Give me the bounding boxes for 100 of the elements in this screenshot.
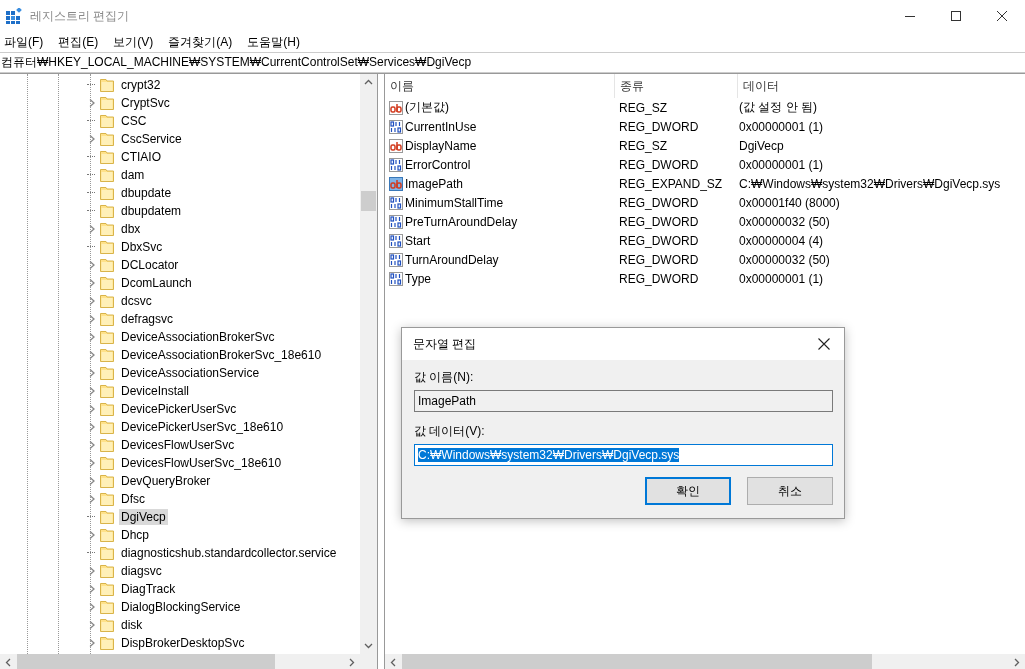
expand-chevron-icon[interactable] [87, 404, 97, 414]
expand-chevron-icon[interactable] [87, 458, 97, 468]
value-name[interactable]: (기본값) [405, 99, 449, 116]
tree-item[interactable]: Dfsc [119, 491, 147, 507]
folder-icon [100, 276, 114, 290]
address-bar[interactable]: 컴퓨터₩HKEY_LOCAL_MACHINE₩SYSTEM₩CurrentControlSet₩Services₩DgiVecp [0, 52, 1025, 73]
value-name[interactable]: MinimumStallTime [405, 195, 504, 210]
expand-chevron-icon[interactable] [87, 332, 97, 342]
tree-item[interactable]: DeviceAssociationService [119, 365, 262, 381]
vertical-scrollbar[interactable] [360, 74, 377, 654]
tree-item[interactable]: disk [119, 617, 145, 633]
tree-item[interactable]: CryptSvc [119, 95, 172, 111]
column-header[interactable]: 종류 [615, 74, 738, 98]
tree-item[interactable]: DispBrokerDesktopSvc [119, 635, 247, 651]
value-name[interactable]: PreTurnAroundDelay [405, 214, 518, 229]
value-name[interactable]: CurrentInUse [405, 119, 477, 134]
tree-item[interactable]: dbupdatem [119, 203, 184, 219]
tree-item[interactable]: CSC [119, 113, 149, 129]
tree-item[interactable]: DevicesFlowUserSvc_18e610 [119, 455, 284, 471]
tree-item[interactable]: dcsvc [119, 293, 154, 309]
expand-chevron-icon[interactable] [87, 422, 97, 432]
tree-item[interactable]: defragsvc [119, 311, 176, 327]
expand-chevron-icon[interactable] [87, 638, 97, 648]
horizontal-scrollbar[interactable] [0, 654, 377, 669]
value-data: 0x00000032 (50) [739, 252, 831, 267]
value-name[interactable]: ErrorControl [405, 157, 471, 172]
scroll-thumb[interactable] [17, 654, 275, 669]
expand-chevron-icon[interactable] [87, 476, 97, 486]
expand-chevron-icon[interactable] [87, 314, 97, 324]
value-name[interactable]: Type [405, 271, 431, 286]
tree-item[interactable]: DialogBlockingService [119, 599, 243, 615]
tree-item[interactable]: CTIAIO [119, 149, 163, 165]
value-name-field[interactable]: ImagePath [414, 390, 833, 412]
scroll-thumb[interactable] [361, 191, 376, 211]
folder-icon [100, 330, 114, 344]
expand-chevron-icon[interactable] [87, 134, 97, 144]
expand-chevron-icon[interactable] [87, 296, 97, 306]
folder-icon [100, 474, 114, 488]
expand-chevron-icon[interactable] [87, 620, 97, 630]
tree-item[interactable]: DeviceInstall [119, 383, 192, 399]
value-type: REG_DWORD [618, 195, 700, 210]
expand-chevron-icon[interactable] [87, 584, 97, 594]
value-data-field[interactable]: C:₩Windows₩system32₩Drivers₩DgiVecp.sys [414, 444, 833, 466]
tree-item[interactable]: crypt32 [119, 77, 163, 93]
tree-item[interactable]: Dhcp [119, 527, 151, 543]
expand-chevron-icon[interactable] [87, 494, 97, 504]
menu-item[interactable]: 보기(V) [109, 33, 159, 51]
expand-chevron-icon[interactable] [87, 566, 97, 576]
tree-item[interactable]: DCLocator [119, 257, 181, 273]
folder-icon [100, 132, 114, 146]
value-name[interactable]: ImagePath [405, 176, 464, 191]
column-header[interactable]: 데이터 [738, 74, 1025, 98]
expand-chevron-icon[interactable] [87, 440, 97, 450]
expand-chevron-icon[interactable] [87, 530, 97, 540]
tree-item[interactable]: DevQueryBroker [119, 473, 213, 489]
expand-chevron-icon[interactable] [87, 602, 97, 612]
scroll-thumb[interactable] [402, 654, 872, 669]
cancel-button[interactable]: 취소 [747, 477, 833, 505]
tree-item[interactable]: DbxSvc [119, 239, 165, 255]
folder-icon [100, 240, 114, 254]
tree-item[interactable]: DiagTrack [119, 581, 178, 597]
tree-item[interactable]: DcomLaunch [119, 275, 194, 291]
tree-item[interactable]: DeviceAssociationBrokerSvc [119, 329, 277, 345]
value-data: (값 설정 안 됨) [739, 99, 818, 116]
tree-item[interactable]: dbx [119, 221, 143, 237]
tree-item[interactable]: dbupdate [119, 185, 174, 201]
menu-item[interactable]: 편집(E) [54, 33, 104, 51]
value-name[interactable]: TurnAroundDelay [405, 252, 499, 267]
tree-item[interactable]: diagnosticshub.standardcollector.service [119, 545, 339, 561]
expand-chevron-icon[interactable] [87, 386, 97, 396]
tree-item[interactable]: DevicesFlowUserSvc [119, 437, 237, 453]
menu-item[interactable]: 즐겨찾기(A) [164, 33, 238, 51]
expand-chevron-icon[interactable] [87, 224, 97, 234]
tree-item[interactable]: DevicePickerUserSvc_18e610 [119, 419, 286, 435]
column-header[interactable]: 이름 [385, 74, 615, 98]
tree-item[interactable]: diagsvc [119, 563, 164, 579]
menu-item[interactable]: 파일(F) [0, 33, 49, 51]
folder-icon [100, 402, 114, 416]
value-name[interactable]: Start [405, 233, 431, 248]
folder-icon [100, 258, 114, 272]
expand-chevron-icon[interactable] [87, 350, 97, 360]
tree-item[interactable]: dam [119, 167, 147, 183]
value-data: 0x00000001 (1) [739, 119, 825, 134]
value-type: REG_DWORD [618, 271, 700, 286]
menu-item[interactable]: 도움말(H) [243, 33, 305, 51]
tree-item[interactable]: CscService [119, 131, 184, 147]
expand-chevron-icon[interactable] [87, 98, 97, 108]
ok-button[interactable]: 확인 [645, 477, 731, 505]
folder-icon [100, 582, 114, 596]
horizontal-scrollbar[interactable] [385, 654, 1025, 669]
value-data: 0x00000004 (4) [739, 233, 825, 248]
tree-item[interactable]: DgiVecp [119, 509, 168, 525]
value-name[interactable]: DisplayName [405, 138, 477, 153]
folder-icon [100, 222, 114, 236]
value-type: REG_DWORD [618, 157, 700, 172]
tree-item[interactable]: DeviceAssociationBrokerSvc_18e610 [119, 347, 324, 363]
expand-chevron-icon[interactable] [87, 260, 97, 270]
expand-chevron-icon[interactable] [87, 368, 97, 378]
expand-chevron-icon[interactable] [87, 278, 97, 288]
tree-item[interactable]: DevicePickerUserSvc [119, 401, 239, 417]
